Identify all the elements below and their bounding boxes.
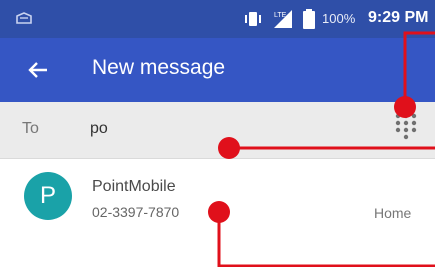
recipient-input[interactable] bbox=[90, 116, 290, 142]
avatar: P bbox=[24, 172, 72, 220]
contact-number: 02-3397-7870 bbox=[92, 204, 180, 220]
contact-name: PointMobile bbox=[92, 178, 176, 195]
back-arrow-icon[interactable] bbox=[26, 58, 50, 82]
notification-icon bbox=[16, 12, 32, 24]
recipient-row: To bbox=[0, 102, 435, 159]
battery-icon bbox=[303, 9, 315, 29]
status-bar: LTE 100% 9:29 PM bbox=[0, 0, 435, 38]
clock: 9:29 PM bbox=[368, 9, 429, 26]
page-title: New message bbox=[92, 56, 226, 79]
contact-suggestion[interactable]: P PointMobile 02-3397-7870 Home bbox=[0, 160, 435, 236]
vibrate-icon bbox=[245, 12, 261, 26]
svg-text:LTE: LTE bbox=[274, 12, 287, 19]
dialpad-icon[interactable] bbox=[394, 112, 418, 142]
to-label: To bbox=[22, 120, 39, 137]
signal-icon: LTE bbox=[274, 10, 292, 28]
battery-percentage: 100% bbox=[322, 11, 356, 26]
contact-type-label: Home bbox=[374, 205, 412, 221]
app-bar: New message bbox=[0, 38, 435, 102]
